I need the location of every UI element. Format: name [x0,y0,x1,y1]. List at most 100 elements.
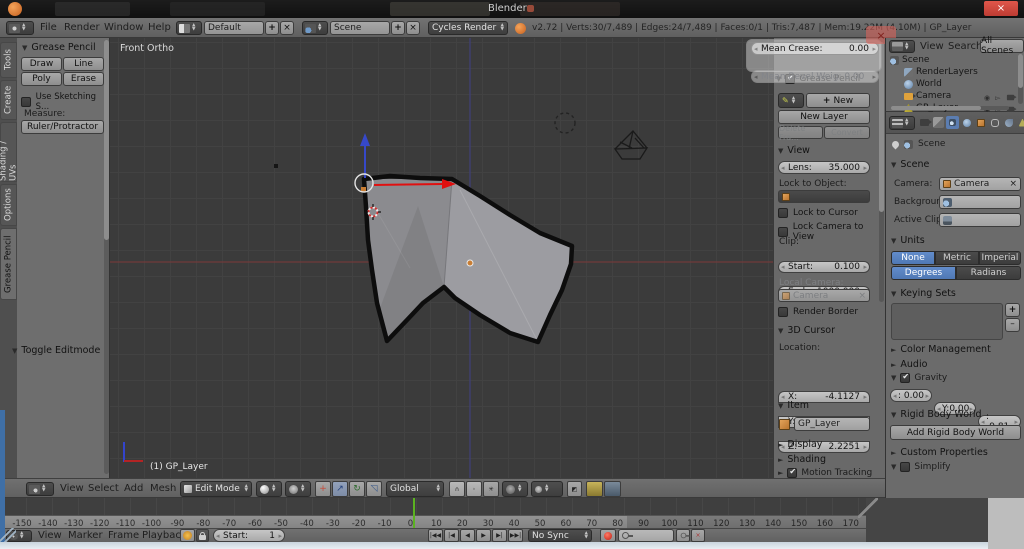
motion-tracking-header[interactable]: Motion Tracking [778,468,872,478]
falloff-dropdown[interactable] [531,481,563,497]
scene-selector[interactable] [302,21,328,35]
motion-tracking-checkbox[interactable] [787,468,797,478]
outliner-row-renderlayers[interactable]: RenderLayers [904,67,978,77]
menu-window[interactable]: Window [104,22,143,33]
lock-to-cursor-row[interactable]: Lock to Cursor [778,208,858,218]
outliner-v-scrollbar[interactable] [1018,54,1023,104]
properties-tabs[interactable] [918,116,1024,129]
keying-set-remove-button[interactable]: – [1005,318,1020,332]
render-opengl-button[interactable] [586,481,603,497]
tool-shelf-scrollbar-thumb[interactable] [104,40,109,240]
tab-world-icon[interactable] [960,116,973,129]
view3d-select-menu[interactable]: Select [88,483,119,494]
scene-name-field[interactable]: Scene [330,21,390,35]
lock-camera-checkbox[interactable] [778,227,788,237]
tab-shading-uvs[interactable]: Shading / UVs [0,122,17,182]
units-metric-button[interactable]: Metric [935,251,979,265]
active-clip-field[interactable] [939,213,1021,227]
properties-editor-selector[interactable] [889,116,915,130]
tab-create[interactable]: Create [0,80,17,120]
ruler-protractor-button[interactable]: Ruler/Protractor [21,120,104,134]
orientation-dropdown[interactable]: Global [386,481,444,497]
view3d-view-menu[interactable]: View [60,483,84,494]
outliner-search-menu[interactable]: Search [948,41,982,52]
outliner-h-scrollbar[interactable] [891,106,1009,110]
window-resize-grip[interactable] [858,498,878,518]
outliner-row-scene[interactable]: Scene [890,55,929,65]
play-reverse-button[interactable]: ◀ [460,529,475,542]
clear-icon[interactable] [1009,179,1017,189]
keying-sets-list[interactable] [891,303,1003,340]
snap-toggle-button[interactable]: ∩ [449,481,465,497]
screen-layout-selector[interactable] [176,21,202,35]
add-rigid-body-world-button[interactable]: Add Rigid Body World [890,425,1021,440]
outliner-editor-selector[interactable] [889,40,915,53]
tab-render-layers-icon[interactable] [933,117,944,128]
screen-delete-button[interactable] [280,21,294,35]
delete-frame-button[interactable]: Delete Fra... [778,126,823,139]
outliner-view-menu[interactable]: View [920,41,944,52]
clear-camera-icon[interactable] [858,291,866,301]
manipulator-scale-button[interactable]: ◹ [366,481,382,497]
render-border-row[interactable]: Render Border [778,307,858,317]
lock-object-field[interactable] [778,190,870,203]
tab-object-icon[interactable] [974,116,987,129]
insert-keyframe-button[interactable] [676,529,690,542]
menu-help[interactable]: Help [148,22,171,33]
units-panel-header[interactable]: Units [891,235,925,246]
tab-options[interactable]: Options [0,184,17,226]
scene-delete-button[interactable] [406,21,420,35]
scene-add-button[interactable] [391,21,405,35]
render-restrict-icon[interactable] [1006,95,1013,101]
item-panel-header[interactable]: Item [778,400,809,411]
tab-scene-icon[interactable] [946,116,959,129]
snap-buttons[interactable]: ∩ ◦ ✳ [449,481,499,497]
delete-keyframe-button[interactable]: × [691,529,705,542]
manipulator-translate-button[interactable]: ↗ [332,481,348,497]
render-opengl-anim-button[interactable] [604,481,621,497]
tool-shelf-scrollbar[interactable] [104,40,109,474]
play-button[interactable]: ▶ [476,529,491,542]
view3d-mesh-menu[interactable]: Mesh [150,483,176,494]
new-layer-button[interactable]: New Layer [778,110,870,124]
units-imperial-button[interactable]: Imperial [979,251,1021,265]
tab-data-icon[interactable] [1016,116,1024,129]
window-close-button[interactable]: × [984,1,1018,16]
timeline-ruler[interactable]: -150-140-130-120-110-100-90-80-70-60-50-… [0,515,866,528]
lock-time-button[interactable] [196,529,209,542]
timeline-tracks[interactable] [0,498,866,515]
snap-target-button[interactable]: ✳ [483,481,499,497]
scene-panel-header[interactable]: Scene [891,159,929,170]
jump-prev-keyframe-button[interactable]: |◀ [444,529,459,542]
simplify-checkbox[interactable] [900,462,910,472]
color-management-header[interactable]: Color Management [891,344,991,355]
outliner-h-scrollbar-thumb[interactable] [891,106,981,110]
rigid-body-panel-header[interactable]: Rigid Body World [891,409,982,420]
outliner-row-world[interactable]: World [904,79,942,89]
convert-button[interactable]: Convert [824,126,870,139]
manipulator-rotate-button[interactable]: ↻ [349,481,365,497]
info-editor-selector[interactable] [6,21,34,35]
tab-tools[interactable]: Tools [0,42,17,78]
use-sketching-checkbox[interactable] [21,97,31,107]
playback-controls[interactable]: |◀◀ |◀ ◀ ▶ ▶| ▶▶| [428,529,523,542]
menu-file[interactable]: File [40,22,57,33]
keying-sets-panel-header[interactable]: Keying Sets [891,288,956,299]
gp-brush-dropdown[interactable] [778,93,804,108]
window-resize-grip-left[interactable] [0,528,16,542]
simplify-panel-header[interactable]: Simplify [891,462,950,472]
jump-to-start-button[interactable]: |◀◀ [428,529,443,542]
display-panel-header[interactable]: Display [778,439,822,450]
tab-render-icon[interactable] [918,116,931,129]
item-name-field[interactable]: GP_Layer [794,417,870,431]
gravity-x-field[interactable]: : 0.00 [890,389,932,402]
poly-button[interactable]: Poly [21,72,62,86]
pin-icon[interactable] [891,139,901,149]
gravity-panel-header[interactable]: Gravity [891,373,947,383]
mean-bevel-slider[interactable]: Mean Bevel Weig: 0.00 [751,70,879,83]
cursor-panel-header[interactable]: 3D Cursor [778,325,835,336]
outliner-row-camera[interactable]: Camera [904,91,951,101]
line-button[interactable]: Line [63,57,104,71]
jump-to-end-button[interactable]: ▶▶| [508,529,523,542]
toggle-editmode-panel-header[interactable]: Toggle Editmode [12,345,100,356]
